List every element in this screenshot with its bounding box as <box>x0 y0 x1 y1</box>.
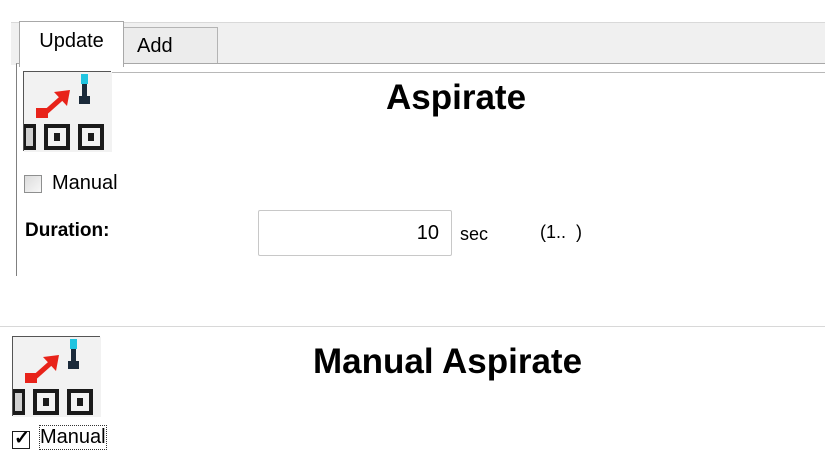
pane-separator <box>112 72 825 73</box>
tab-add[interactable]: Add <box>123 27 218 65</box>
duration-label: Duration: <box>25 220 110 241</box>
manual-checkbox-label[interactable]: Manual <box>52 172 118 195</box>
manual-step-title: Manual Aspirate <box>313 342 583 381</box>
manual-checked-label[interactable]: Manual <box>39 425 107 450</box>
manual-aspirate-step-icon <box>12 336 101 417</box>
tab-update[interactable]: Update <box>19 21 124 67</box>
duration-unit: sec <box>460 224 489 244</box>
duration-input[interactable] <box>258 210 452 256</box>
tab-bar: Update Add <box>11 21 825 67</box>
check-mark-icon: ✓ <box>14 428 30 449</box>
section-divider <box>0 326 825 327</box>
aspirate-step-icon <box>23 71 112 152</box>
manual-checked-checkbox[interactable]: ✓ <box>12 428 30 449</box>
manual-checkbox[interactable] <box>24 175 42 193</box>
step-title: Aspirate <box>386 78 527 117</box>
duration-range: (1.. ) <box>540 222 583 242</box>
